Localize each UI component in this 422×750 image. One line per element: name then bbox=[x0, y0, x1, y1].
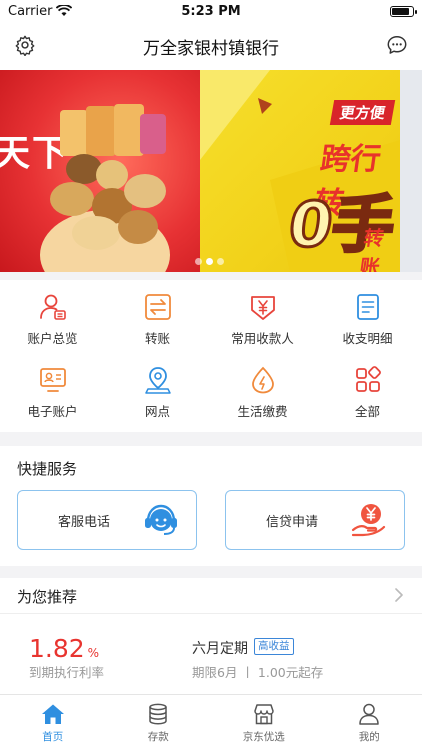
menu-item-statement[interactable]: 收支明细 bbox=[315, 280, 420, 350]
carousel-dot[interactable] bbox=[217, 258, 224, 265]
nut-image bbox=[50, 182, 94, 216]
tab-label: 我的 bbox=[358, 731, 380, 743]
quick-services-title: 快捷服务 bbox=[17, 460, 78, 478]
loan-application-card[interactable]: 信贷申请 bbox=[225, 490, 405, 550]
tab-label: 首页 bbox=[42, 731, 64, 743]
snack-bag-image bbox=[86, 106, 116, 156]
profile-icon bbox=[359, 703, 379, 725]
banner-slide-snacks[interactable]: 天下 bbox=[0, 70, 200, 272]
menu-item-branches[interactable]: 网点 bbox=[105, 353, 210, 423]
utility-icon bbox=[248, 365, 278, 395]
menu-item-utilities[interactable]: 生活缴费 bbox=[210, 353, 315, 423]
customer-service-icon bbox=[145, 504, 177, 535]
banner-slide-transfer[interactable]: 更方便 跨行转 0手 转账 bbox=[200, 70, 400, 272]
product-name[interactable]: 六月定期 bbox=[192, 638, 248, 658]
loan-application-label: 信贷申请 bbox=[266, 514, 319, 530]
e-account-icon bbox=[38, 365, 68, 395]
chat-icon[interactable] bbox=[386, 34, 408, 56]
snack-bag-image bbox=[60, 110, 88, 156]
location-icon bbox=[143, 365, 173, 395]
menu-label: 网点 bbox=[144, 404, 170, 419]
menu-item-e-account[interactable]: 电子账户 bbox=[0, 353, 105, 423]
menu-label: 全部 bbox=[354, 404, 380, 419]
home-icon bbox=[41, 704, 64, 724]
recommend-title: 为您推荐 bbox=[17, 588, 78, 606]
function-grid: 账户总览 转账 常用收款人 收支明细 电子账户 网点 生活缴费 全部 bbox=[0, 280, 422, 432]
battery-level bbox=[392, 7, 409, 15]
carousel-indicator bbox=[195, 258, 224, 265]
status-bar: Carrier 5:23 PM bbox=[0, 0, 422, 22]
menu-label: 常用收款人 bbox=[231, 331, 294, 346]
battery-icon bbox=[390, 5, 417, 17]
tab-bar: 首页 存款 京东优选 我的 bbox=[0, 694, 422, 750]
payee-icon bbox=[248, 292, 278, 322]
tab-jd-select[interactable]: 京东优选 bbox=[211, 695, 317, 750]
loan-icon bbox=[351, 504, 386, 537]
deposit-icon bbox=[149, 703, 167, 725]
carousel-dot[interactable] bbox=[195, 258, 202, 265]
nav-bar: 万全家银村镇银行 bbox=[0, 22, 422, 70]
nut-image bbox=[96, 160, 128, 190]
transfer-icon bbox=[143, 292, 173, 322]
carrier-label: Carrier bbox=[8, 3, 53, 19]
wifi-icon bbox=[56, 5, 73, 16]
menu-label: 收支明细 bbox=[342, 331, 393, 346]
menu-label: 生活缴费 bbox=[237, 404, 288, 419]
product-rate[interactable]: 1.82% bbox=[29, 634, 99, 663]
rate-value: 1.82 bbox=[29, 634, 85, 663]
account-overview-icon bbox=[38, 292, 68, 322]
tab-label: 存款 bbox=[147, 731, 169, 743]
menu-item-payee[interactable]: 常用收款人 bbox=[210, 280, 315, 350]
app-root: Carrier 5:23 PM 万全家银村镇银行 天下 更方便 跨行转 0手 转… bbox=[0, 0, 422, 750]
rate-unit: % bbox=[87, 646, 100, 660]
carousel-dot-active[interactable] bbox=[206, 258, 213, 265]
banner-slide2-tag: 更方便 bbox=[329, 100, 396, 125]
tab-deposit[interactable]: 存款 bbox=[106, 695, 212, 750]
customer-service-card[interactable]: 客服电话 bbox=[17, 490, 197, 550]
gear-icon[interactable] bbox=[14, 34, 36, 56]
quick-services-section: 快捷服务 客服电话 信贷申请 bbox=[0, 446, 422, 566]
menu-item-all[interactable]: 全部 bbox=[315, 353, 420, 423]
carrier-group: Carrier bbox=[8, 3, 73, 19]
statement-icon bbox=[353, 292, 383, 322]
menu-label: 账户总览 bbox=[27, 331, 78, 346]
menu-item-account-overview[interactable]: 账户总览 bbox=[0, 280, 105, 350]
product-badge: 高收益 bbox=[254, 638, 294, 655]
banner-carousel[interactable]: 天下 更方便 跨行转 0手 转账 bbox=[0, 70, 422, 272]
snack-bag-image bbox=[140, 114, 166, 154]
tab-label: 京东优选 bbox=[242, 731, 285, 743]
menu-label: 转账 bbox=[144, 331, 170, 346]
shop-icon bbox=[254, 704, 274, 725]
nut-image bbox=[124, 174, 166, 208]
page-title: 万全家银村镇银行 bbox=[143, 38, 279, 59]
all-apps-icon bbox=[353, 365, 383, 395]
banner-slide-next[interactable] bbox=[400, 70, 422, 272]
chevron-right-icon[interactable] bbox=[392, 588, 406, 602]
recommend-header[interactable]: 为您推荐 bbox=[0, 578, 422, 614]
recommend-section: 为您推荐 1.82% 到期执行利率 六月定期 高收益 期限6月 丨 1.00元起… bbox=[0, 578, 422, 694]
menu-item-transfer[interactable]: 转账 bbox=[105, 280, 210, 350]
tab-mine[interactable]: 我的 bbox=[317, 695, 422, 750]
nut-image bbox=[118, 210, 158, 244]
rate-label: 到期执行利率 bbox=[29, 665, 105, 680]
banner-slide2-sub: 转账 bbox=[358, 226, 386, 272]
menu-label: 电子账户 bbox=[27, 404, 78, 419]
product-meta: 期限6月 丨 1.00元起存 bbox=[192, 665, 324, 680]
tab-home[interactable]: 首页 bbox=[0, 695, 106, 750]
customer-service-label: 客服电话 bbox=[58, 514, 111, 530]
nut-image bbox=[72, 216, 120, 250]
